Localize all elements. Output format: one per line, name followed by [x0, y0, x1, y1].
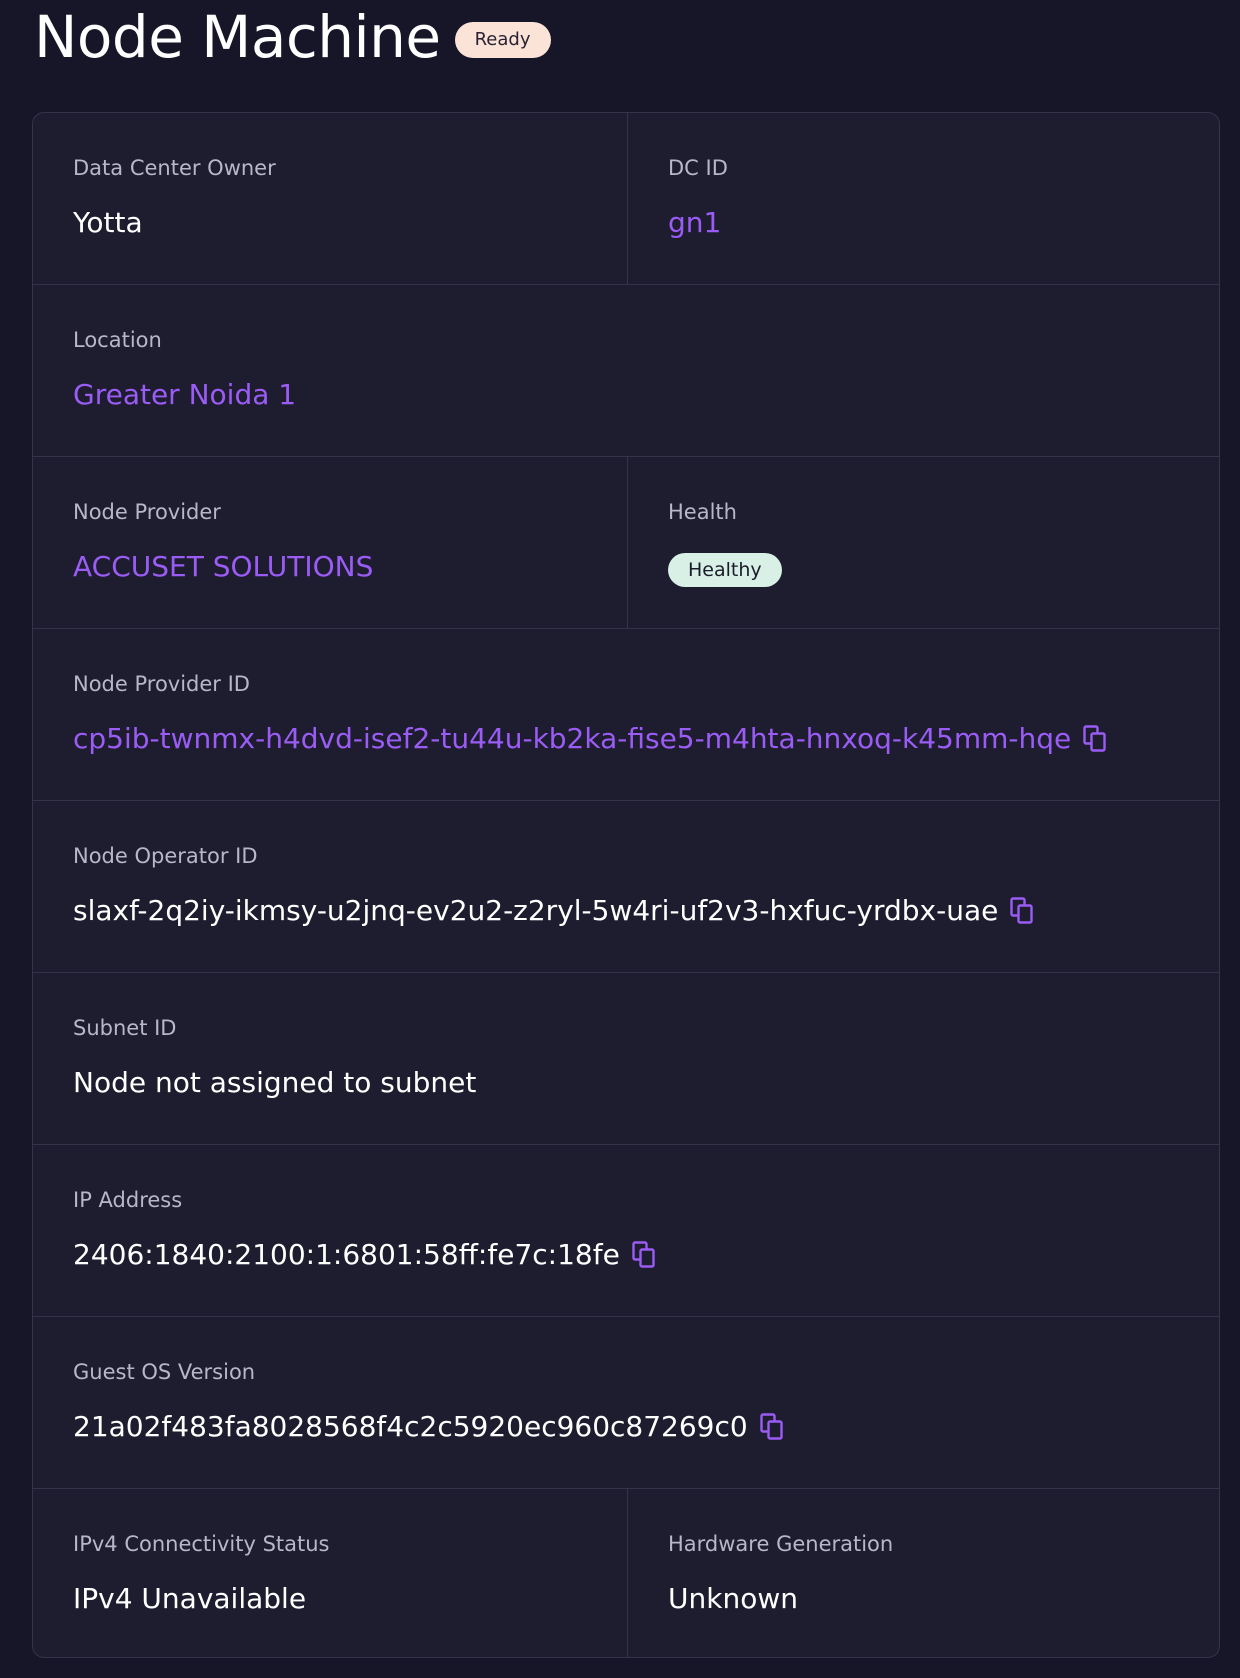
- dc-owner-label: Data Center Owner: [73, 156, 276, 180]
- health-label: Health: [668, 500, 737, 524]
- guest-os-version-value: 21a02f483fa8028568f4c2c5920ec960c87269c0: [73, 1410, 748, 1443]
- details-row: Node Provider ACCUSET SOLUTIONS Health H…: [33, 457, 1219, 629]
- details-row: Node Provider ID cp5ib-twnmx-h4dvd-isef2…: [33, 629, 1219, 801]
- hardware-generation-value: Unknown: [668, 1582, 798, 1615]
- details-row: IP Address 2406:1840:2100:1:6801:58ff:fe…: [33, 1145, 1219, 1317]
- node-provider-id-label: Node Provider ID: [73, 672, 250, 696]
- details-row: IPv4 Connectivity Status IPv4 Unavailabl…: [33, 1489, 1219, 1657]
- node-provider-label: Node Provider: [73, 500, 221, 524]
- status-badge: Ready: [454, 21, 551, 58]
- copy-icon[interactable]: [1010, 897, 1034, 925]
- copy-icon[interactable]: [1083, 725, 1107, 753]
- subnet-id-value: Node not assigned to subnet: [73, 1066, 477, 1099]
- location-link[interactable]: Greater Noida 1: [73, 377, 1179, 413]
- dc-id-label: DC ID: [668, 156, 728, 180]
- node-provider-id-link[interactable]: cp5ib-twnmx-h4dvd-isef2-tu44u-kb2ka-fise…: [73, 721, 1071, 757]
- details-row: Data Center Owner Yotta DC ID gn1: [33, 113, 1219, 285]
- details-row: Node Operator ID slaxf-2q2iy-ikmsy-u2jnq…: [33, 801, 1219, 973]
- details-row: Location Greater Noida 1: [33, 285, 1219, 457]
- node-operator-id-row: slaxf-2q2iy-ikmsy-u2jnq-ev2u2-z2ryl-5w4r…: [73, 893, 1179, 929]
- hardware-generation-cell: Hardware Generation Unknown: [627, 1489, 1219, 1657]
- ip-address-cell: IP Address 2406:1840:2100:1:6801:58ff:fe…: [33, 1145, 1219, 1316]
- node-provider-id-row: cp5ib-twnmx-h4dvd-isef2-tu44u-kb2ka-fise…: [73, 721, 1179, 757]
- details-row: Subnet ID Node not assigned to subnet: [33, 973, 1219, 1145]
- location-label: Location: [73, 328, 162, 352]
- node-provider-id-cell: Node Provider ID cp5ib-twnmx-h4dvd-isef2…: [33, 629, 1219, 800]
- dc-owner-value: Yotta: [73, 206, 143, 239]
- dc-id-link[interactable]: gn1: [668, 205, 1179, 241]
- ip-address-value: 2406:1840:2100:1:6801:58ff:fe7c:18fe: [73, 1238, 620, 1271]
- subnet-id-cell: Subnet ID Node not assigned to subnet: [33, 973, 1219, 1144]
- node-operator-id-cell: Node Operator ID slaxf-2q2iy-ikmsy-u2jnq…: [33, 801, 1219, 972]
- node-operator-id-value: slaxf-2q2iy-ikmsy-u2jnq-ev2u2-z2ryl-5w4r…: [73, 894, 999, 927]
- dc-owner-cell: Data Center Owner Yotta: [33, 113, 627, 284]
- node-operator-id-label: Node Operator ID: [73, 844, 258, 868]
- guest-os-version-cell: Guest OS Version 21a02f483fa8028568f4c2c…: [33, 1317, 1219, 1488]
- page-title: Node Machine: [34, 3, 441, 71]
- ip-address-row: 2406:1840:2100:1:6801:58ff:fe7c:18fe: [73, 1237, 1179, 1273]
- guest-os-version-row: 21a02f483fa8028568f4c2c5920ec960c87269c0: [73, 1409, 1179, 1445]
- health-cell: Health Healthy: [627, 457, 1219, 628]
- details-row: Guest OS Version 21a02f483fa8028568f4c2c…: [33, 1317, 1219, 1489]
- subnet-id-label: Subnet ID: [73, 1016, 177, 1040]
- ipv4-status-value: IPv4 Unavailable: [73, 1582, 307, 1615]
- copy-icon[interactable]: [760, 1413, 784, 1441]
- ipv4-status-label: IPv4 Connectivity Status: [73, 1532, 330, 1556]
- ipv4-status-cell: IPv4 Connectivity Status IPv4 Unavailabl…: [33, 1489, 627, 1657]
- copy-icon[interactable]: [632, 1241, 656, 1269]
- page-header: Node Machine Ready: [34, 0, 551, 75]
- node-provider-cell: Node Provider ACCUSET SOLUTIONS: [33, 457, 627, 628]
- guest-os-version-label: Guest OS Version: [73, 1360, 256, 1384]
- node-details-card: Data Center Owner Yotta DC ID gn1 Locati…: [32, 112, 1220, 1658]
- dc-id-cell: DC ID gn1: [627, 113, 1219, 284]
- location-cell: Location Greater Noida 1: [33, 285, 1219, 456]
- node-provider-link[interactable]: ACCUSET SOLUTIONS: [73, 549, 587, 585]
- health-badge: Healthy: [668, 553, 782, 587]
- hardware-generation-label: Hardware Generation: [668, 1532, 894, 1556]
- ip-address-label: IP Address: [73, 1188, 183, 1212]
